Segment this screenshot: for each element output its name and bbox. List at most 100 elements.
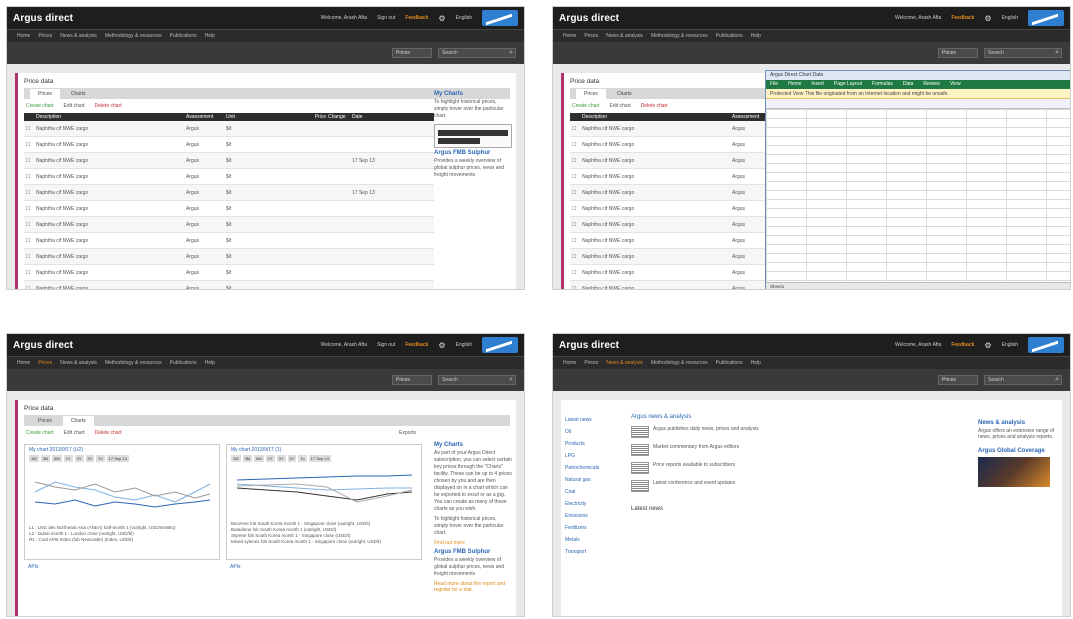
tab-charts[interactable]: Charts bbox=[63, 89, 94, 99]
range-1y[interactable]: 1Y bbox=[265, 455, 275, 462]
row-checkbox[interactable]: ☐ bbox=[570, 286, 580, 290]
fmb-read-more-link[interactable]: Read more about the report and register … bbox=[434, 581, 512, 593]
table-row[interactable]: ☐ Naphtha cif NWE cargo Argus $/t bbox=[24, 201, 434, 217]
nav-publications[interactable]: Publications bbox=[716, 33, 743, 39]
row-checkbox[interactable]: ☐ bbox=[24, 270, 34, 276]
row-checkbox[interactable]: ☐ bbox=[24, 190, 34, 196]
table-row[interactable]: ☐ Naphtha cif NWE cargo Argus bbox=[570, 137, 790, 153]
news-category-link[interactable]: Products bbox=[565, 438, 625, 450]
edit-chart-button[interactable]: Edit chart bbox=[610, 103, 631, 109]
range-5y[interactable]: 5Y bbox=[85, 455, 95, 462]
row-checkbox[interactable]: ☐ bbox=[570, 270, 580, 276]
create-chart-button[interactable]: Create chart bbox=[26, 430, 54, 436]
news-headline[interactable]: Latest conference and event updates bbox=[653, 480, 735, 492]
apis-chart-title-2[interactable]: APIs bbox=[230, 564, 241, 570]
nav-home[interactable]: Home bbox=[17, 360, 30, 366]
ribbon-file[interactable]: File bbox=[770, 81, 778, 88]
gear-icon[interactable]: ⚙ bbox=[984, 341, 991, 350]
search-scope-select[interactable]: Prices bbox=[938, 48, 978, 58]
table-row[interactable]: ☐ Naphtha cif NWE cargo Argus bbox=[570, 249, 790, 265]
search-icon[interactable]: ⌕ bbox=[1055, 376, 1059, 384]
sheet-tab[interactable]: Sheet1 bbox=[766, 282, 1070, 289]
row-checkbox[interactable]: ☐ bbox=[570, 126, 580, 132]
nav-prices[interactable]: Prices bbox=[38, 33, 52, 39]
table-row[interactable]: ☐ Naphtha cif NWE cargo Argus bbox=[570, 217, 790, 233]
range-6m[interactable]: 6M bbox=[52, 455, 62, 462]
edit-chart-button[interactable]: Edit chart bbox=[64, 103, 85, 109]
search-input[interactable]: Search ⌕ bbox=[984, 375, 1062, 385]
language-select[interactable]: English bbox=[1002, 342, 1018, 348]
feedback-link[interactable]: Feedback bbox=[405, 342, 428, 348]
feedback-link[interactable]: Feedback bbox=[405, 15, 428, 21]
range-3m[interactable]: 3M bbox=[242, 455, 253, 462]
nav-home[interactable]: Home bbox=[563, 33, 576, 39]
news-headline[interactable]: Argus publishes daily news, prices and a… bbox=[653, 426, 759, 438]
row-checkbox[interactable]: ☐ bbox=[24, 206, 34, 212]
row-checkbox[interactable]: ☐ bbox=[24, 126, 34, 132]
search-input[interactable]: Search ⌕ bbox=[984, 48, 1062, 58]
gear-icon[interactable]: ⚙ bbox=[438, 14, 445, 23]
row-checkbox[interactable]: ☐ bbox=[24, 238, 34, 244]
range-3y[interactable]: 3Y bbox=[74, 455, 84, 462]
news-category-link[interactable]: Latest news bbox=[565, 414, 625, 426]
language-select[interactable]: English bbox=[1002, 15, 1018, 21]
nav-methodology[interactable]: Methodology & resources bbox=[105, 360, 162, 366]
table-row[interactable]: ☐ Naphtha cif NWE cargo Argus $/t bbox=[24, 265, 434, 281]
delete-chart-button[interactable]: Delete chart bbox=[641, 103, 668, 109]
table-row[interactable]: ☐ Naphtha cif NWE cargo Argus $/t bbox=[24, 169, 434, 185]
nav-prices[interactable]: Prices bbox=[38, 360, 52, 366]
range-3m[interactable]: 3M bbox=[40, 455, 51, 462]
col-assessment[interactable]: Assessment bbox=[184, 114, 224, 120]
tab-charts[interactable]: Charts bbox=[609, 89, 640, 99]
row-checkbox[interactable]: ☐ bbox=[24, 142, 34, 148]
range-1y[interactable]: 1Y bbox=[63, 455, 73, 462]
search-scope-select[interactable]: Prices bbox=[392, 375, 432, 385]
nav-methodology[interactable]: Methodology & resources bbox=[651, 360, 708, 366]
gear-icon[interactable]: ⚙ bbox=[984, 14, 991, 23]
delete-chart-button[interactable]: Delete chart bbox=[95, 103, 122, 109]
search-input[interactable]: Search ⌕ bbox=[438, 375, 516, 385]
ribbon-formulas[interactable]: Formulas bbox=[872, 81, 893, 88]
table-row[interactable]: ☐ Naphtha cif NWE cargo Argus $/t bbox=[24, 121, 434, 137]
row-checkbox[interactable]: ☐ bbox=[24, 158, 34, 164]
tab-prices[interactable]: Prices bbox=[30, 416, 60, 426]
row-checkbox[interactable]: ☐ bbox=[24, 254, 34, 260]
edit-chart-button[interactable]: Edit chart bbox=[64, 430, 85, 436]
row-checkbox[interactable]: ☐ bbox=[570, 238, 580, 244]
col-unit[interactable]: Unit bbox=[224, 114, 258, 120]
apis-chart-title[interactable]: APIs bbox=[28, 564, 39, 570]
nav-help[interactable]: Help bbox=[205, 33, 215, 39]
feedback-link[interactable]: Feedback bbox=[951, 15, 974, 21]
ribbon-data[interactable]: Data bbox=[903, 81, 914, 88]
col-assessment[interactable]: Assessment bbox=[730, 114, 770, 120]
nav-news[interactable]: News & analysis bbox=[60, 33, 97, 39]
nav-home[interactable]: Home bbox=[563, 360, 576, 366]
search-icon[interactable]: ⌕ bbox=[509, 376, 513, 384]
table-row[interactable]: ☐ Naphtha cif NWE cargo Argus $/t 17 Sep 13 bbox=[24, 153, 434, 169]
row-checkbox[interactable]: ☐ bbox=[570, 222, 580, 228]
nav-home[interactable]: Home bbox=[17, 33, 30, 39]
range-5y[interactable]: 5Y bbox=[287, 455, 297, 462]
tab-charts[interactable]: Charts bbox=[62, 416, 94, 426]
chart-panel-2[interactable]: My chart 2013/9/17 (1) 1M 3M 6M 1Y 3Y 5Y… bbox=[226, 444, 422, 560]
col-change[interactable]: Change bbox=[326, 114, 350, 120]
ribbon-review[interactable]: Review bbox=[923, 81, 939, 88]
row-checkbox[interactable]: ☐ bbox=[570, 206, 580, 212]
news-item[interactable]: Argus publishes daily news, prices and a… bbox=[631, 426, 961, 438]
range-date[interactable]: 17 Sep 13 bbox=[106, 455, 129, 462]
news-category-link[interactable]: Coal bbox=[565, 486, 625, 498]
row-checkbox[interactable]: ☐ bbox=[570, 254, 580, 260]
range-date[interactable]: 17 Sep 13 bbox=[308, 455, 331, 462]
language-select[interactable]: English bbox=[456, 342, 472, 348]
tab-prices[interactable]: Prices bbox=[576, 89, 606, 99]
col-description[interactable]: Description bbox=[34, 114, 184, 120]
news-item[interactable]: Latest conference and event updates bbox=[631, 480, 961, 492]
news-category-link[interactable]: Natural gas bbox=[565, 474, 625, 486]
news-item[interactable]: Price reports available to subscribers bbox=[631, 462, 961, 474]
nav-news[interactable]: News & analysis bbox=[606, 33, 643, 39]
row-checkbox[interactable]: ☐ bbox=[570, 190, 580, 196]
table-row[interactable]: ☐ Naphtha cif NWE cargo Argus $/t 17 Sep 13 bbox=[24, 185, 434, 201]
news-category-link[interactable]: Emissions bbox=[565, 510, 625, 522]
spreadsheet-grid[interactable] bbox=[766, 109, 1070, 282]
table-row[interactable]: ☐ Naphtha cif NWE cargo Argus $/t bbox=[24, 217, 434, 233]
